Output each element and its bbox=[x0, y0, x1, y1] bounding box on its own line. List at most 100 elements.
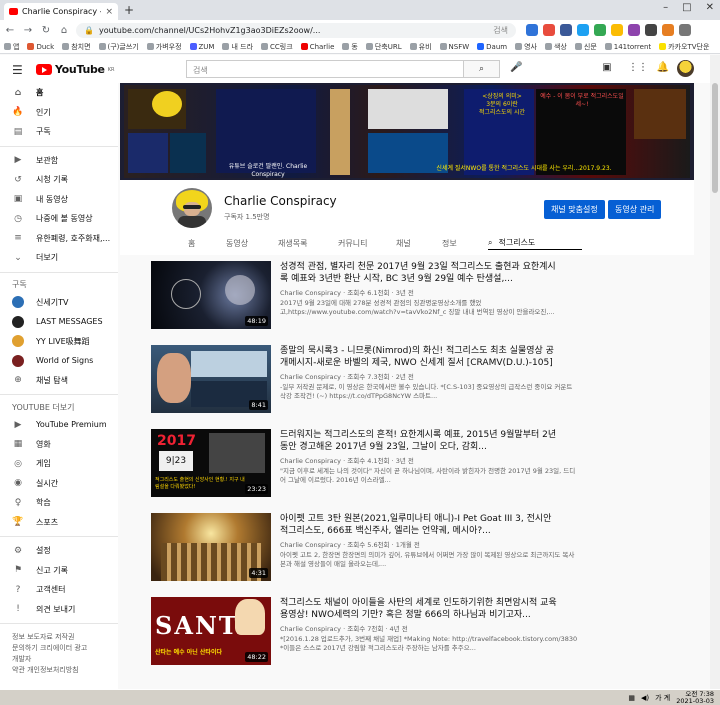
ime-indicator[interactable]: 가 계 bbox=[655, 693, 670, 703]
video-thumbnail[interactable]: 8:41 bbox=[151, 345, 271, 413]
menu-dots-icon[interactable] bbox=[679, 24, 691, 36]
extension-icon[interactable] bbox=[526, 24, 538, 36]
bookmark[interactable]: 동 bbox=[342, 42, 358, 52]
search-input[interactable]: 검색 bbox=[186, 60, 464, 78]
sidebar-item-gaming[interactable]: ◎ 게임 bbox=[0, 454, 118, 474]
video-row[interactable]: SANTA 산타는 예수 아닌 산타이다 48:22 적그리스도 채널이 아이들… bbox=[148, 597, 668, 669]
scrollbar-thumb[interactable] bbox=[712, 83, 718, 193]
video-row[interactable]: 48:19 성경적 관점, 별자리 천문 2017년 9월 23일 적그리스도 … bbox=[148, 261, 668, 333]
footer-links[interactable]: 정보 보도자료 저작권 bbox=[12, 632, 106, 643]
sidebar-item-sports[interactable]: 🏆 스포츠 bbox=[0, 513, 118, 533]
new-tab-button[interactable]: + bbox=[124, 3, 134, 17]
sidebar-item-live[interactable]: ◉ 실시간 bbox=[0, 474, 118, 494]
page-scrollbar[interactable] bbox=[710, 55, 720, 689]
hamburger-menu-icon[interactable]: ☰ bbox=[12, 63, 23, 77]
video-row[interactable]: 4:31 아이펫 고트 3탄 원본(2021,일루미나티 애니)-I Pet G… bbox=[148, 513, 668, 585]
url-field[interactable]: 🔒 youtube.com/channel/UCs2HohvZ1g3ao3DiE… bbox=[76, 22, 516, 38]
tab-channels[interactable]: 채널 bbox=[396, 238, 411, 249]
tab-playlists[interactable]: 재생목록 bbox=[278, 238, 307, 249]
bookmark[interactable]: 참치면 bbox=[62, 42, 91, 52]
sidebar-sub-channel[interactable]: YY LIVE吸舞蹈 bbox=[0, 332, 118, 352]
sidebar-item-learning[interactable]: ♀ 학습 bbox=[0, 493, 118, 513]
home-icon[interactable]: ⌂ bbox=[58, 25, 70, 36]
sidebar-item-settings[interactable]: ⚙ 설정 bbox=[0, 541, 118, 561]
maximize-icon[interactable]: □ bbox=[682, 2, 691, 13]
sidebar-item-history[interactable]: ↺ 시청 기록 bbox=[0, 170, 118, 190]
footer-links[interactable]: 약관 개인정보처리방침 bbox=[12, 665, 106, 676]
extension-icon[interactable] bbox=[594, 24, 606, 36]
manage-videos-button[interactable]: 동영상 관리 bbox=[608, 200, 662, 219]
bookmark[interactable]: Daum bbox=[477, 43, 507, 51]
video-title[interactable]: 적그리스도 채널이 아이들을 사탄의 세계로 인도하기위한 최면암시적 교육용영… bbox=[280, 597, 560, 621]
bookmark[interactable]: 유비 bbox=[409, 42, 432, 52]
bookmark[interactable]: 내 드라 bbox=[222, 42, 253, 52]
sidebar-item-help[interactable]: ? 고객센터 bbox=[0, 580, 118, 600]
bookmark[interactable]: Charlie bbox=[300, 43, 334, 51]
bookmark[interactable]: 가벼우정 bbox=[146, 42, 182, 52]
video-thumbnail[interactable]: 2017 9|23 적그리스도 출현의 신앙사인 현황.! 지구 내림설을 다뤄… bbox=[151, 429, 271, 497]
tab-home[interactable]: 홈 bbox=[188, 238, 195, 249]
sidebar-sub-channel[interactable]: 신세기TV bbox=[0, 293, 118, 313]
channel-search-input[interactable]: ⌕ 적그리스도 bbox=[488, 236, 582, 250]
video-title[interactable]: 아이펫 고트 3탄 원본(2021,일루미나티 애니)-I Pet Goat I… bbox=[280, 513, 560, 537]
minimize-icon[interactable]: – bbox=[663, 2, 668, 13]
video-title[interactable]: 드러워지는 적그리스도의 흔적! 요한계시록 예표, 2015년 9월말부터 2… bbox=[280, 429, 560, 453]
extension-icon[interactable] bbox=[662, 24, 674, 36]
footer-links[interactable]: 개발자 bbox=[12, 654, 106, 665]
bookmark[interactable]: 신문 bbox=[574, 42, 597, 52]
apps-grid-icon[interactable]: ⋮⋮ bbox=[628, 62, 648, 73]
extension-icon[interactable] bbox=[628, 24, 640, 36]
bookmark[interactable]: 카카오TV단운 bbox=[659, 42, 709, 52]
video-row[interactable]: 2017 9|23 적그리스도 출현의 신앙사인 현황.! 지구 내림설을 다뤄… bbox=[148, 429, 668, 501]
bookmark[interactable]: ZUM bbox=[189, 43, 214, 51]
channel-avatar[interactable] bbox=[172, 188, 212, 228]
forward-icon[interactable]: → bbox=[22, 25, 34, 36]
sidebar-item-report-history[interactable]: ⚑ 신고 기록 bbox=[0, 561, 118, 581]
search-button[interactable]: ⌕ bbox=[464, 60, 500, 78]
notifications-bell-icon[interactable]: 🔔 bbox=[656, 62, 670, 73]
tab-community[interactable]: 커뮤니티 bbox=[338, 238, 367, 249]
bookmark[interactable]: 색상 bbox=[544, 42, 567, 52]
video-title[interactable]: 종말의 묵시록3 - 니므롯(Nimrod)의 화신! 적그리스도 최초 실물영… bbox=[280, 345, 560, 369]
close-window-icon[interactable]: ✕ bbox=[706, 2, 714, 13]
facebook-icon[interactable] bbox=[560, 24, 572, 36]
sidebar-item-feedback[interactable]: ! 의견 보내기 bbox=[0, 600, 118, 620]
sidebar-item-show-more[interactable]: ⌄ 더보기 bbox=[0, 248, 118, 268]
bookmark[interactable]: 단축URL bbox=[365, 42, 402, 52]
video-thumbnail[interactable]: 4:31 bbox=[151, 513, 271, 581]
sidebar-item-home[interactable]: ⌂ 홈 bbox=[0, 83, 118, 103]
bookmark[interactable]: NSFW bbox=[439, 43, 469, 51]
sidebar-item-my-videos[interactable]: ▣ 내 동영상 bbox=[0, 190, 118, 210]
volume-icon[interactable]: ◀) bbox=[641, 694, 649, 702]
extension-icon[interactable] bbox=[645, 24, 657, 36]
tab-videos[interactable]: 동영상 bbox=[226, 238, 248, 249]
video-row[interactable]: 8:41 종말의 묵시록3 - 니므롯(Nimrod)의 화신! 적그리스도 최… bbox=[148, 345, 668, 417]
microphone-icon[interactable]: 🎤 bbox=[510, 62, 522, 73]
customize-channel-button[interactable]: 채널 맞춤설정 bbox=[544, 200, 605, 219]
youtube-logo[interactable]: YouTube KR bbox=[36, 63, 114, 76]
extension-icon[interactable] bbox=[543, 24, 555, 36]
bookmark[interactable]: 141torrent bbox=[604, 43, 651, 51]
bookmark[interactable]: CC링크 bbox=[261, 42, 293, 52]
sidebar-item-playlist[interactable]: ≡ 유한폐령, 호주화재,... bbox=[0, 229, 118, 249]
tab-about[interactable]: 정보 bbox=[442, 238, 457, 249]
sidebar-sub-channel[interactable]: LAST MESSAGES bbox=[0, 312, 118, 332]
sidebar-item-movies[interactable]: ▦ 영화 bbox=[0, 435, 118, 455]
video-thumbnail[interactable]: 48:19 bbox=[151, 261, 271, 329]
sidebar-sub-channel[interactable]: World of Signs bbox=[0, 351, 118, 371]
bookmark[interactable]: 앱 bbox=[4, 42, 19, 52]
bookmark[interactable]: Duck bbox=[27, 43, 54, 51]
tab-close-icon[interactable]: × bbox=[105, 7, 113, 17]
reload-icon[interactable]: ↻ bbox=[40, 25, 52, 36]
sidebar-item-browse-channels[interactable]: ⊕ 채널 탐색 bbox=[0, 371, 118, 391]
back-icon[interactable]: ← bbox=[4, 25, 16, 36]
browser-tab[interactable]: Charlie Conspiracy - YouTube × bbox=[4, 3, 118, 20]
sidebar-item-premium[interactable]: ▶ YouTube Premium bbox=[0, 415, 118, 435]
sidebar-item-watch-later[interactable]: ◷ 나중에 볼 동영상 bbox=[0, 209, 118, 229]
video-thumbnail[interactable]: SANTA 산타는 예수 아닌 산타이다 48:22 bbox=[151, 597, 271, 665]
sidebar-item-subscriptions[interactable]: ▤ 구독 bbox=[0, 122, 118, 142]
sidebar-item-trending[interactable]: 🔥 인기 bbox=[0, 103, 118, 123]
network-icon[interactable]: ▦ bbox=[628, 694, 635, 702]
extension-icon[interactable] bbox=[611, 24, 623, 36]
twitter-icon[interactable] bbox=[577, 24, 589, 36]
